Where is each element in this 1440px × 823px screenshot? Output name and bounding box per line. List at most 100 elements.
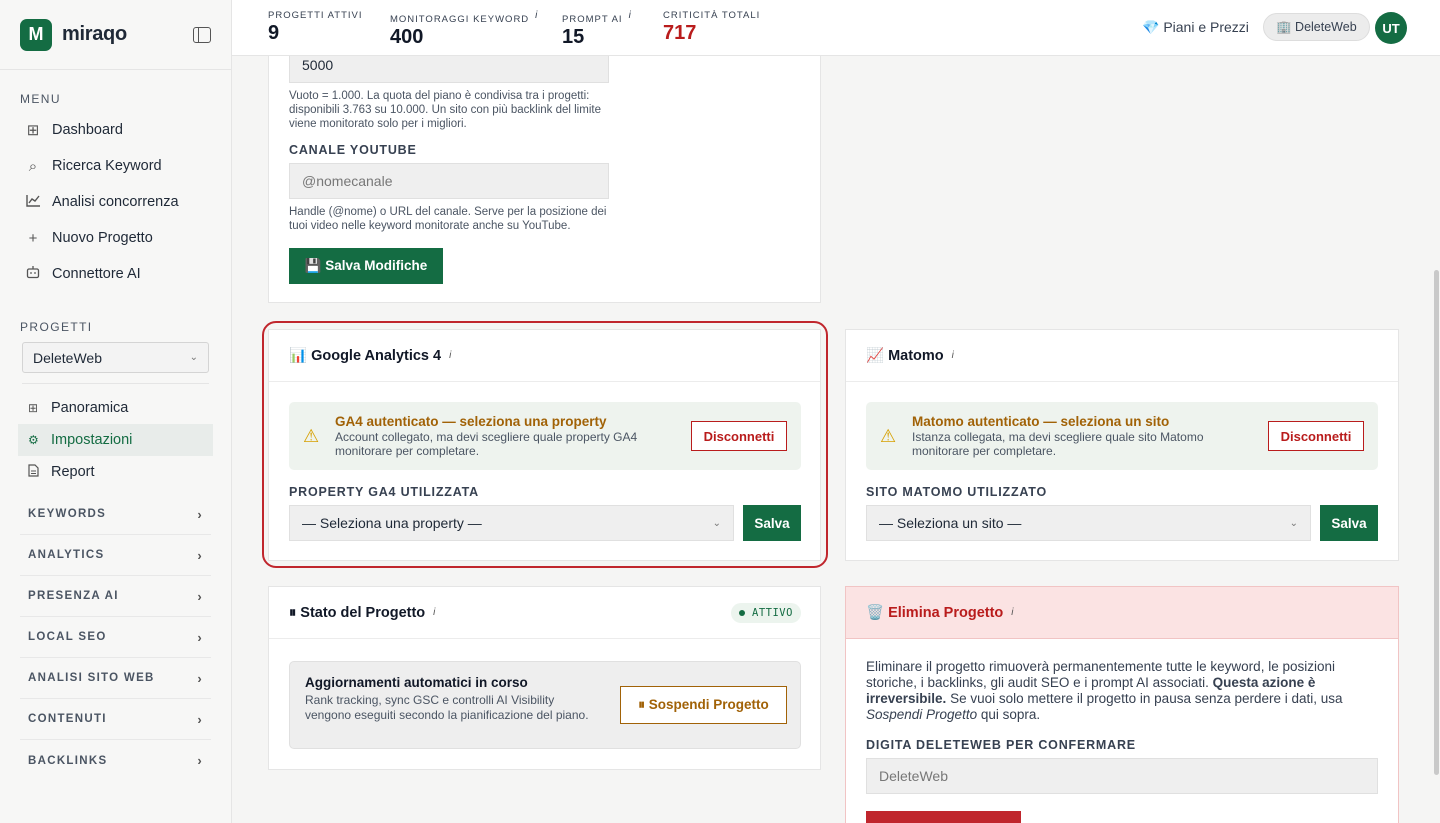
info-icon[interactable]: i [1011,607,1013,618]
stat-label: PROGETTI ATTIVI [268,10,363,21]
project-settings-card: 5000 Vuoto = 1.000. La quota del piano è… [268,56,821,303]
top-bar: PROGETTI ATTIVI 9 MONITORAGGI KEYWORD i 4… [232,0,1440,56]
chart-line-icon [24,194,42,211]
avatar[interactable]: UT [1375,12,1407,44]
project-select-value: DeleteWeb [33,349,103,366]
delete-text-part: Se vuoi solo mettere il progetto in paus… [946,691,1343,706]
sidebar-item-label: Analisi concorrenza [52,194,179,210]
sidebar-group-keywords[interactable]: KEYWORDS › [20,494,211,535]
stat-monitoraggi-keyword: MONITORAGGI KEYWORD i 400 [390,10,538,49]
sidebar-item-label: Report [51,464,95,480]
chevron-right-icon: › [197,670,203,686]
chevron-right-icon: › [197,506,203,522]
backlink-limit-input[interactable]: 5000 [289,56,609,83]
sidebar-group-local-seo[interactable]: LOCAL SEO › [20,617,211,658]
suspend-project-button[interactable]: ⏸ Sospendi Progetto [620,686,787,724]
sidebar-group-label: PRESENZA AI [28,590,119,602]
project-status-card: ⏸ Stato del Progetto i ATTIVO Aggiorname… [268,586,821,770]
stat-value: 717 [663,22,697,44]
auto-updates-title: Aggiornamenti automatici in corso [305,675,528,690]
stat-label: CRITICITÀ TOTALI [663,10,761,21]
card-title-text: ⏸ Stato del Progetto [289,604,426,621]
stat-criticita-totali: CRITICITÀ TOTALI 717 [663,10,760,45]
sidebar-item-panoramica[interactable]: ⊞ Panoramica [18,392,213,424]
youtube-hint: Handle (@nome) o URL del canale. Serve p… [289,206,607,232]
chevron-right-icon: › [197,547,203,563]
main-content: 5000 Vuoto = 1.000. La quota del piano è… [232,56,1440,823]
status-dot-icon [739,610,745,616]
delete-project-button[interactable] [866,811,1021,823]
delete-text-italic: Sospendi Progetto [866,707,978,722]
page-scrollbar[interactable] [1434,270,1439,775]
brand-header: M miraqo [0,0,231,70]
chevron-down-icon: ⌄ [189,352,198,363]
sidebar-group-analisi-sito-web[interactable]: ANALISI SITO WEB › [20,658,211,699]
sidebar-group-contenuti[interactable]: CONTENUTI › [20,699,211,740]
sidebar-item-report[interactable]: Report [18,456,213,488]
matomo-card-title: 📈 Matomo i [846,330,1398,382]
sidebar-group-label: ANALYTICS [28,549,105,561]
sidebar-group-label: LOCAL SEO [28,631,107,643]
sidebar-group-label: KEYWORDS [28,508,107,520]
card-title-text: 🗑️ Elimina Progetto [866,605,1004,621]
chevron-right-icon: › [197,711,203,727]
matomo-save-button[interactable]: Salva [1320,505,1378,541]
matomo-site-label: SITO MATOMO UTILIZZATO [866,485,1048,499]
plans-link[interactable]: 💎 Piani e Prezzi [1142,19,1249,36]
sidebar-group-backlinks[interactable]: BACKLINKS › [20,740,211,781]
sidebar-item-analisi-concorrenza[interactable]: Analisi concorrenza [0,184,231,220]
chevron-down-icon: ⌄ [1289,517,1298,529]
info-icon[interactable]: i [535,10,538,21]
robot-icon [24,265,42,283]
sidebar-item-label: Connettore AI [52,266,141,282]
sidebar-item-ricerca-keyword[interactable]: ⌕ Ricerca Keyword [0,148,231,184]
sidebar-item-label: Ricerca Keyword [52,158,162,174]
menu-section-label: MENU [20,92,61,106]
stat-value: 15 [562,26,585,49]
gear-icon: ⚙ [28,433,39,447]
chevron-right-icon: › [197,629,203,645]
sidebar-group-presenza-ai[interactable]: PRESENZA AI › [20,576,211,617]
sidebar-item-label: Impostazioni [51,432,133,448]
search-icon: ⌕ [28,157,38,175]
stat-progetti-attivi: PROGETTI ATTIVI 9 [268,10,363,45]
stat-value: 400 [390,26,424,49]
info-icon[interactable]: i [952,350,954,361]
info-icon[interactable]: i [629,10,632,21]
matomo-site-select[interactable]: — Seleziona un sito — ⌄ [866,505,1311,541]
sidebar-group-analytics[interactable]: ANALYTICS › [20,535,211,576]
sidebar-group-label: BACKLINKS [28,754,108,767]
youtube-channel-input[interactable]: @nomecanale [289,163,609,199]
auto-updates-body: Rank tracking, sync GSC e controlli AI V… [305,693,589,722]
stat-label: MONITORAGGI KEYWORD [390,14,530,26]
sidebar-item-nuovo-progetto[interactable]: + Nuovo Progetto [0,220,231,256]
auto-updates-box: Aggiornamenti automatici in corso Rank t… [289,661,801,749]
sidebar-item-impostazioni[interactable]: ⚙ Impostazioni [18,424,213,456]
matomo-disconnect-button[interactable]: Disconnetti [1268,421,1364,451]
info-icon[interactable]: i [433,607,435,618]
select-value: — Seleziona un sito — [879,515,1022,531]
document-icon [28,464,42,480]
sidebar-toggle-icon[interactable] [193,26,211,43]
sidebar-item-dashboard[interactable]: ⊞ Dashboard [0,112,231,148]
sidebar: M miraqo MENU ⊞ Dashboard ⌕ Ricerca Keyw… [0,0,232,823]
sidebar-group-label: CONTENUTI [28,713,107,725]
grid-icon: ⊞ [28,401,39,415]
brand-name[interactable]: miraqo [62,23,127,46]
ga4-highlight-outline [262,321,828,568]
delete-confirm-input[interactable]: DeleteWeb [866,758,1378,794]
sidebar-item-connettore-ai[interactable]: Connettore AI [0,256,231,292]
delete-text-part: qui sopra. [977,707,1041,722]
chevron-right-icon: › [197,588,203,604]
projects-section-label: PROGETTI [20,320,93,334]
plus-icon: + [28,229,38,247]
project-select[interactable]: DeleteWeb ⌄ [22,342,209,373]
alert-body: Istanza collegata, ma devi scegliere qua… [912,430,1204,458]
project-chip[interactable]: 🏢 DeleteWeb [1263,13,1370,41]
sidebar-group-label: ANALISI SITO WEB [28,672,155,684]
youtube-channel-label: CANALE YOUTUBE [289,143,417,157]
logo-icon[interactable]: M [20,18,52,51]
stat-label: PROMPT AI [562,14,623,26]
save-changes-button[interactable]: 💾 Salva Modifiche [289,248,443,284]
card-title-text: 📈 Matomo [866,348,944,364]
